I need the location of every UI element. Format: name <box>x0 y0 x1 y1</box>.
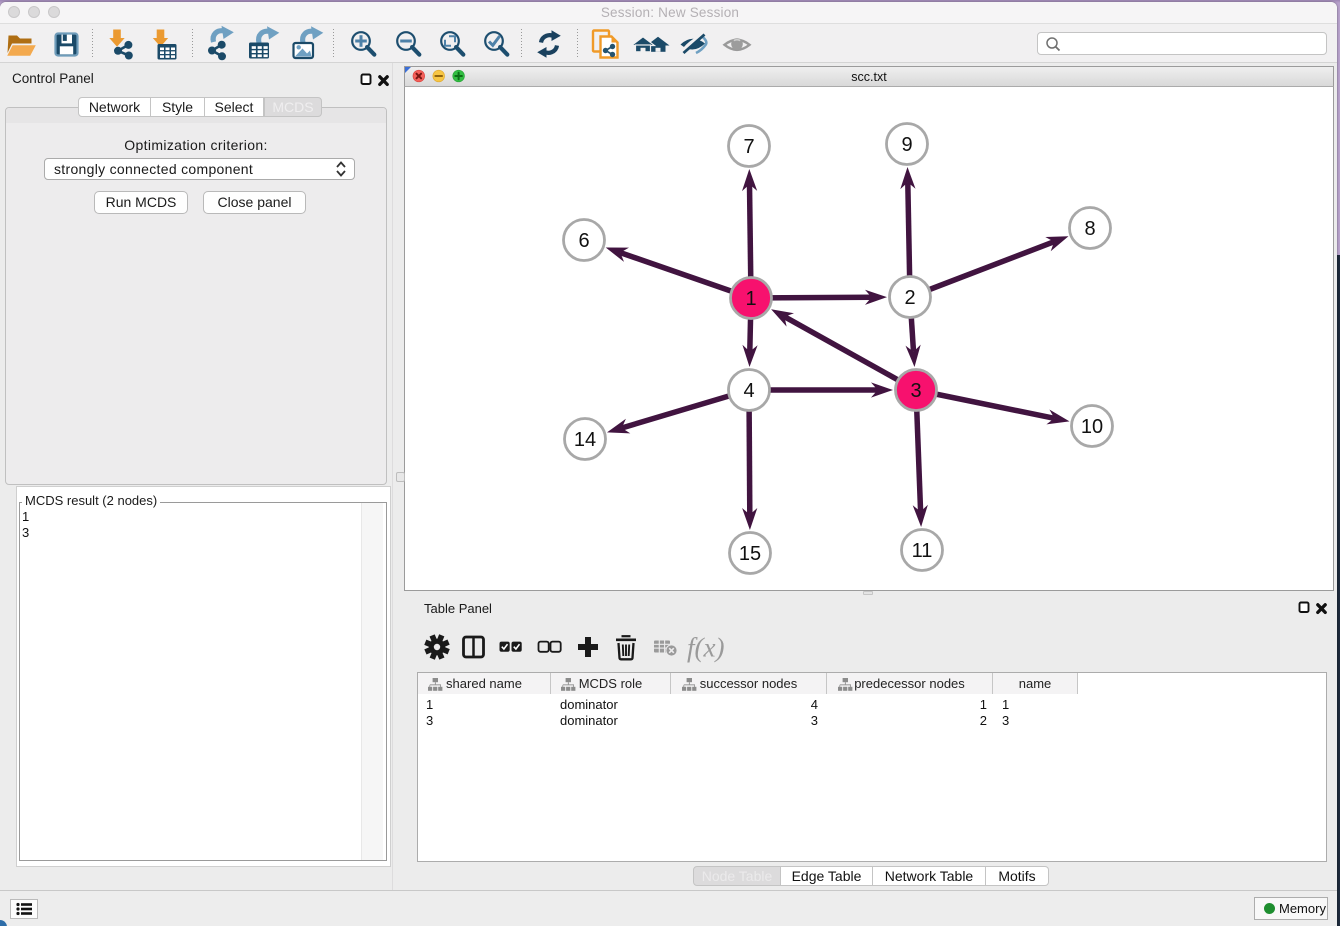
svg-text:f(x): f(x) <box>687 633 724 663</box>
svg-text:10: 10 <box>1081 416 1103 438</box>
svg-text:7: 7 <box>743 136 754 158</box>
svg-text:1: 1 <box>745 288 756 310</box>
svg-text:6: 6 <box>578 230 589 252</box>
svg-text:3: 3 <box>910 380 921 402</box>
svg-text:14: 14 <box>574 429 596 451</box>
svg-text:15: 15 <box>739 543 761 565</box>
svg-text:9: 9 <box>901 134 912 156</box>
svg-text:4: 4 <box>743 380 754 402</box>
svg-text:8: 8 <box>1084 218 1095 240</box>
svg-text:2: 2 <box>904 287 915 309</box>
svg-text:11: 11 <box>912 540 933 562</box>
